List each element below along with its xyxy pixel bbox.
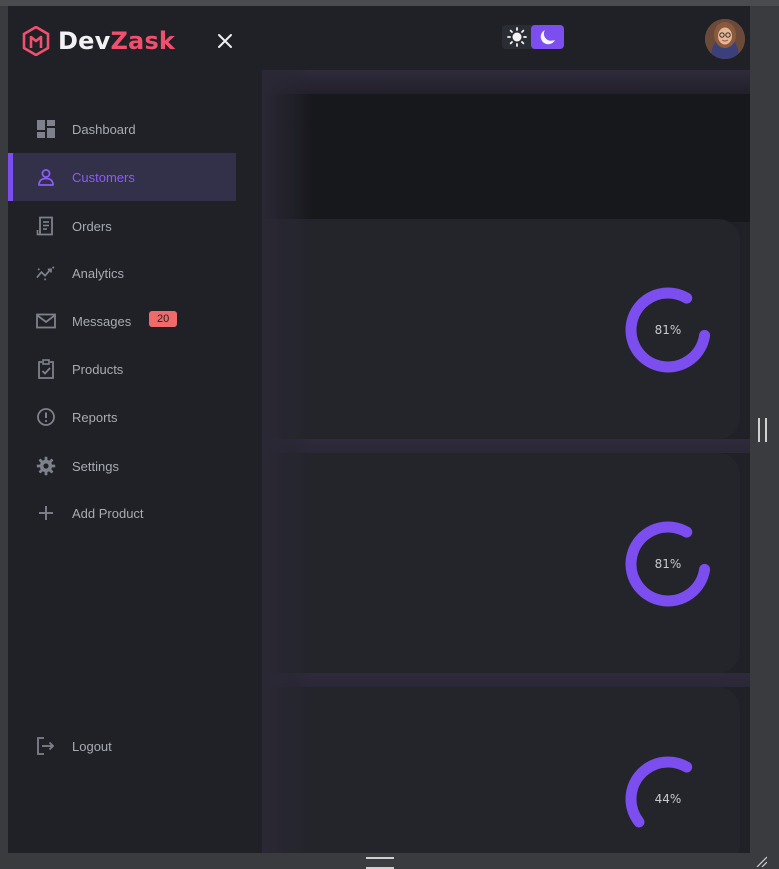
sidebar-item-reports[interactable]: Reports: [8, 393, 236, 441]
person-icon: [36, 167, 56, 187]
sidebar-item-label: Dashboard: [72, 121, 136, 137]
sidebar-item-analytics[interactable]: Analytics: [8, 249, 236, 297]
brand-name-part2: Zask: [110, 27, 176, 55]
donut-percent-label: 81%: [654, 323, 682, 337]
progress-donut: 81%: [623, 519, 713, 609]
moon-icon: [540, 30, 555, 45]
stat-card: 81%: [262, 453, 740, 673]
light-mode-button[interactable]: [502, 25, 531, 49]
logout-label: Logout: [72, 738, 112, 754]
analytics-icon: [36, 263, 56, 283]
alert-circle-icon: [36, 407, 56, 427]
card-gap: [262, 439, 750, 453]
theme-toggle[interactable]: [502, 25, 564, 49]
sidebar-shadow: [262, 70, 312, 853]
resize-grip-icon[interactable]: [755, 855, 767, 867]
mail-icon: [36, 311, 56, 331]
sidebar-item-add-product[interactable]: Add Product: [8, 489, 236, 537]
brand-name-part1: Dev: [58, 27, 111, 55]
plus-icon: [36, 503, 56, 523]
stat-card: 44%: [262, 687, 740, 853]
donut-percent-label: 81%: [654, 557, 682, 571]
sidebar-item-label: Products: [72, 361, 124, 377]
sidebar-item-label: Settings: [72, 458, 119, 474]
card-gap: [262, 673, 750, 687]
logo-icon: [22, 26, 50, 56]
gear-icon: [36, 456, 56, 476]
logout-button[interactable]: Logout: [8, 722, 236, 770]
sidebar-item-label: Add Product: [72, 505, 144, 521]
sidebar-item-messages[interactable]: Messages 20: [8, 297, 236, 345]
sidebar-item-settings[interactable]: Settings: [8, 442, 236, 490]
hero-panel: [262, 94, 750, 222]
logout-icon: [36, 736, 56, 756]
sidebar-item-products[interactable]: Products: [8, 345, 236, 393]
stat-card: 81%: [262, 219, 740, 439]
sidebar-item-label: Orders: [72, 218, 112, 234]
progress-donut: 81%: [623, 285, 713, 375]
vertical-resize-handle[interactable]: [758, 418, 767, 442]
sidebar-item-orders[interactable]: Orders: [8, 202, 236, 250]
sidebar: DevZask Dashboard Customers Orders Analy…: [8, 6, 262, 853]
unread-count-badge: 20: [149, 311, 178, 327]
grid-icon: [36, 119, 56, 139]
sidebar-item-label: Customers: [72, 169, 135, 185]
receipt-icon: [36, 216, 56, 236]
progress-donut: 44%: [623, 754, 713, 844]
brand-logo[interactable]: DevZask: [22, 24, 175, 58]
close-sidebar-button[interactable]: [214, 30, 236, 52]
sidebar-item-label: Analytics: [72, 265, 125, 281]
dark-mode-button[interactable]: [531, 25, 564, 49]
clipboard-check-icon: [36, 359, 56, 379]
user-avatar[interactable]: [705, 19, 745, 59]
avatar-image: [705, 19, 745, 59]
close-icon: [218, 34, 232, 48]
sidebar-item-label: Messages: [72, 313, 132, 329]
sidebar-item-label: Reports: [72, 409, 118, 425]
horizontal-resize-handle[interactable]: [366, 857, 394, 869]
app-window: 81% 81% 44% DevZask Dashboard Customers …: [8, 6, 750, 853]
donut-percent-label: 44%: [654, 792, 682, 806]
top-bar-shadow: [262, 70, 750, 94]
sun-icon: [506, 27, 527, 47]
sidebar-item-dashboard[interactable]: Dashboard: [8, 105, 236, 153]
brand-name: DevZask: [58, 27, 175, 55]
sidebar-item-customers[interactable]: Customers: [8, 153, 236, 201]
